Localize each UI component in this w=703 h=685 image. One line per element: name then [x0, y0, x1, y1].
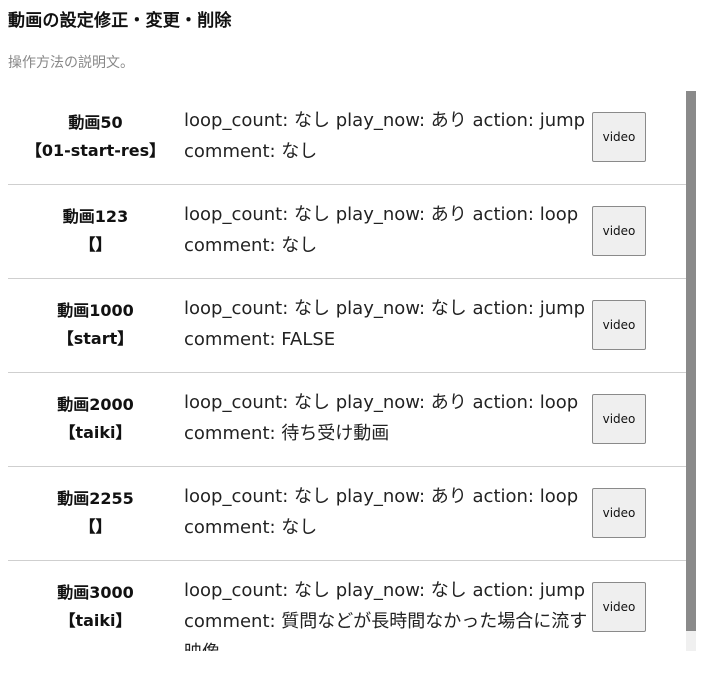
video-row: 動画50 【01-start-res】 loop_count: なし play_… [8, 91, 686, 185]
video-settings: loop_count: なし play_now: あり action: jump… [184, 110, 586, 162]
video-button[interactable]: video [592, 112, 646, 162]
video-button[interactable]: video [592, 582, 646, 632]
video-tag: 【】 [79, 517, 112, 536]
video-name-block: 動画3000 【taiki】 [8, 579, 183, 635]
video-tag: 【】 [79, 235, 112, 254]
video-button[interactable]: video [592, 300, 646, 350]
video-tag: 【start】 [57, 329, 134, 348]
video-tag: 【taiki】 [59, 423, 132, 442]
video-row: 動画123 【】 loop_count: なし play_now: あり act… [8, 185, 686, 279]
video-row: 動画2255 【】 loop_count: なし play_now: あり ac… [8, 467, 686, 561]
video-list: 動画50 【01-start-res】 loop_count: なし play_… [8, 91, 696, 651]
video-tag: 【01-start-res】 [25, 141, 166, 160]
video-row: 動画3000 【taiki】 loop_count: なし play_now: … [8, 561, 686, 651]
video-name-block: 動画2255 【】 [8, 485, 183, 541]
video-name-block: 動画1000 【start】 [8, 297, 183, 353]
video-button[interactable]: video [592, 394, 646, 444]
video-row: 動画2000 【taiki】 loop_count: なし play_now: … [8, 373, 686, 467]
video-settings: loop_count: なし play_now: あり action: loop… [184, 486, 579, 538]
video-name: 動画123 [62, 207, 129, 226]
page-title: 動画の設定修正・変更・削除 [8, 11, 232, 31]
video-name: 動画2255 [57, 489, 134, 508]
video-rows: 動画50 【01-start-res】 loop_count: なし play_… [8, 91, 686, 651]
video-name: 動画2000 [57, 395, 134, 414]
video-row: 動画1000 【start】 loop_count: なし play_now: … [8, 279, 686, 373]
video-button[interactable]: video [592, 206, 646, 256]
video-settings: loop_count: なし play_now: あり action: loop… [184, 204, 579, 256]
video-settings: loop_count: なし play_now: あり action: loop… [184, 392, 579, 444]
video-name: 動画3000 [57, 583, 134, 602]
video-tag: 【taiki】 [59, 611, 132, 630]
video-settings: loop_count: なし play_now: なし action: jump… [184, 298, 586, 350]
video-name-block: 動画123 【】 [8, 203, 183, 259]
video-button[interactable]: video [592, 488, 646, 538]
video-name: 動画50 [68, 113, 123, 132]
video-settings: loop_count: なし play_now: なし action: jump… [184, 580, 588, 651]
video-name: 動画1000 [57, 301, 134, 320]
scrollbar[interactable] [686, 91, 696, 651]
video-name-block: 動画2000 【taiki】 [8, 391, 183, 447]
scrollbar-thumb[interactable] [686, 91, 696, 631]
video-name-block: 動画50 【01-start-res】 [8, 109, 183, 165]
page-description: 操作方法の説明文。 [8, 55, 134, 71]
